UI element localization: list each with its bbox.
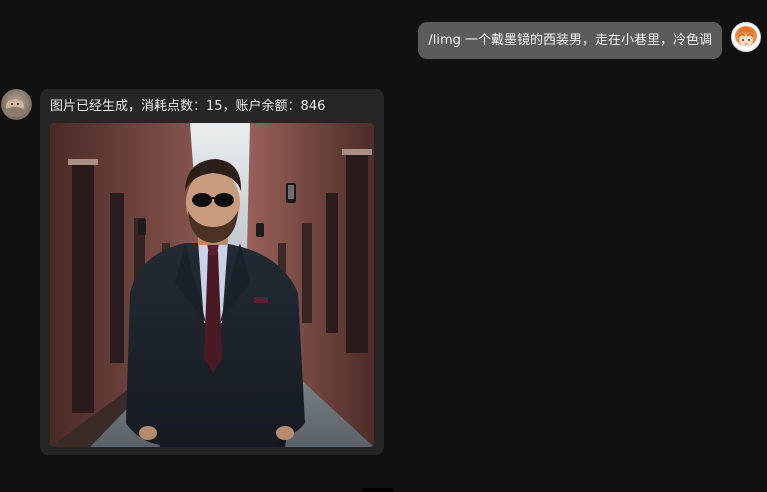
- anime-girl-avatar-icon: [732, 23, 760, 51]
- bot-message-row: 图片已经生成，消耗点数：15，账户余额：846: [1, 89, 384, 455]
- bottom-edge-marker: [362, 488, 394, 492]
- bot-avatar[interactable]: [1, 89, 32, 120]
- generated-image[interactable]: [50, 123, 374, 447]
- bot-message-text: 图片已经生成，消耗点数：15，账户余额：846: [50, 99, 326, 114]
- user-message-bubble: /limg 一个戴墨镜的西装男，走在小巷里，冷色调: [418, 22, 722, 59]
- user-avatar[interactable]: [731, 22, 761, 52]
- bot-message-bubble: 图片已经生成，消耗点数：15，账户余额：846: [40, 89, 384, 455]
- cat-photo-avatar-icon: [1, 89, 32, 120]
- chat-view: /limg 一个戴墨镜的西装男，走在小巷里，冷色调 图片已经生成，消耗点数：15…: [0, 0, 767, 492]
- user-message-row: /limg 一个戴墨镜的西装男，走在小巷里，冷色调: [418, 22, 761, 59]
